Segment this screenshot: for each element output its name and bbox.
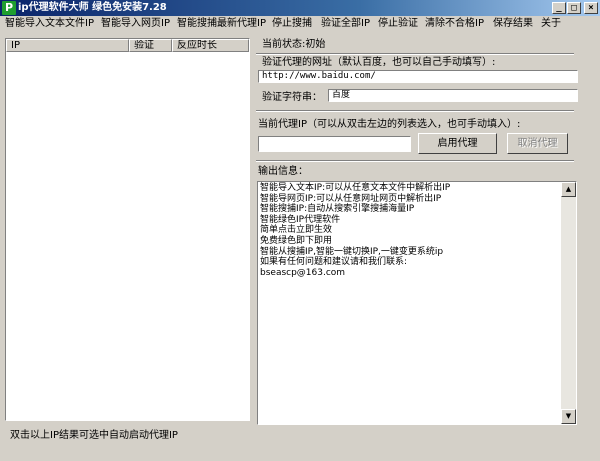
- menu-clear-invalid-ip[interactable]: 清除不合格IP: [425, 17, 484, 31]
- list-hint-text: 双击以上IP结果可选中自动启动代理IP: [10, 430, 178, 441]
- menu-save-results[interactable]: 保存结果: [493, 17, 533, 31]
- output-line: 如果有任何问题和建议请和我们联系:: [260, 257, 408, 268]
- menu-verify-all-ip[interactable]: 验证全部IP: [321, 17, 370, 31]
- current-proxy-label: 当前代理IP（可以从双击左边的列表选入，也可手动填入）:: [258, 119, 521, 130]
- menu-search-proxy-ip[interactable]: 智能搜捕最新代理IP: [177, 17, 266, 31]
- enable-proxy-button[interactable]: 启用代理: [418, 133, 497, 154]
- menu-import-web-ip[interactable]: 智能导入网页IP: [101, 17, 170, 31]
- output-line: 智能绿色IP代理软件: [260, 214, 341, 225]
- current-status-label: 当前状态:初始: [262, 39, 326, 50]
- separator-top: [256, 53, 574, 55]
- output-scrollbar[interactable]: ▲ ▼: [561, 182, 576, 424]
- title-bar[interactable]: P ip代理软件大师 绿色免安装7.28 _ □ ×: [0, 0, 600, 16]
- window-title: ip代理软件大师 绿色免安装7.28: [18, 2, 167, 13]
- column-header-ip[interactable]: IP: [6, 39, 129, 52]
- verify-string-input[interactable]: 百度: [328, 89, 578, 102]
- separator-bottom: [256, 160, 574, 162]
- maximize-button[interactable]: □: [567, 2, 581, 14]
- output-lines: 智能导入文本IP:可以从任意文本文件中解析出IP 智能导网页IP:可以从任意网址…: [260, 183, 560, 278]
- menu-bar: 智能导入文本文件IP 智能导入网页IP 智能搜捕最新代理IP 停止搜捕 验证全部…: [0, 16, 600, 32]
- separator-middle: [256, 110, 574, 112]
- column-header-response-time[interactable]: 反应时长: [172, 39, 249, 52]
- output-line: 智能从搜捕IP,智能一键切换IP,一键变更系统ip: [260, 246, 444, 257]
- scroll-up-arrow-icon[interactable]: ▲: [561, 182, 576, 197]
- output-textarea[interactable]: 智能导入文本IP:可以从任意文本文件中解析出IP 智能导网页IP:可以从任意网址…: [257, 181, 577, 425]
- output-line: 智能导网页IP:可以从任意网址网页中解析出IP: [260, 193, 442, 204]
- list-header: IP 验证 反应时长: [6, 39, 249, 52]
- verify-url-input[interactable]: http://www.baidu.com/: [258, 70, 578, 83]
- menu-import-text-ip[interactable]: 智能导入文本文件IP: [5, 17, 94, 31]
- minimize-button[interactable]: _: [552, 2, 566, 14]
- current-proxy-input[interactable]: [258, 136, 411, 152]
- app-window: P ip代理软件大师 绿色免安装7.28 _ □ × 智能导入文本文件IP 智能…: [0, 0, 600, 461]
- output-line: 免费绿色即下即用: [260, 235, 333, 246]
- output-line: 简单点击立即生效: [260, 225, 333, 236]
- output-line: bseascp@163.com: [260, 267, 346, 278]
- menu-stop-search[interactable]: 停止搜捕: [272, 17, 312, 31]
- verify-url-label: 验证代理的网址（默认百度，也可以自己手动填写）:: [262, 57, 496, 68]
- output-line: 智能导入文本IP:可以从任意文本文件中解析出IP: [260, 183, 451, 193]
- menu-about[interactable]: 关于: [541, 17, 561, 31]
- close-button[interactable]: ×: [584, 2, 598, 14]
- output-line: 智能搜捕IP:自动从搜索引擎搜捕海量IP: [260, 204, 415, 215]
- app-logo-icon: P: [2, 1, 16, 15]
- ip-result-list[interactable]: IP 验证 反应时长: [5, 38, 250, 421]
- scroll-down-arrow-icon[interactable]: ▼: [561, 409, 576, 424]
- output-info-label: 输出信息：: [258, 166, 308, 177]
- column-header-verify[interactable]: 验证: [129, 39, 172, 52]
- menu-stop-verify[interactable]: 停止验证: [378, 17, 418, 31]
- cancel-proxy-button[interactable]: 取消代理: [507, 133, 568, 154]
- verify-string-label: 验证字符串：: [262, 92, 322, 103]
